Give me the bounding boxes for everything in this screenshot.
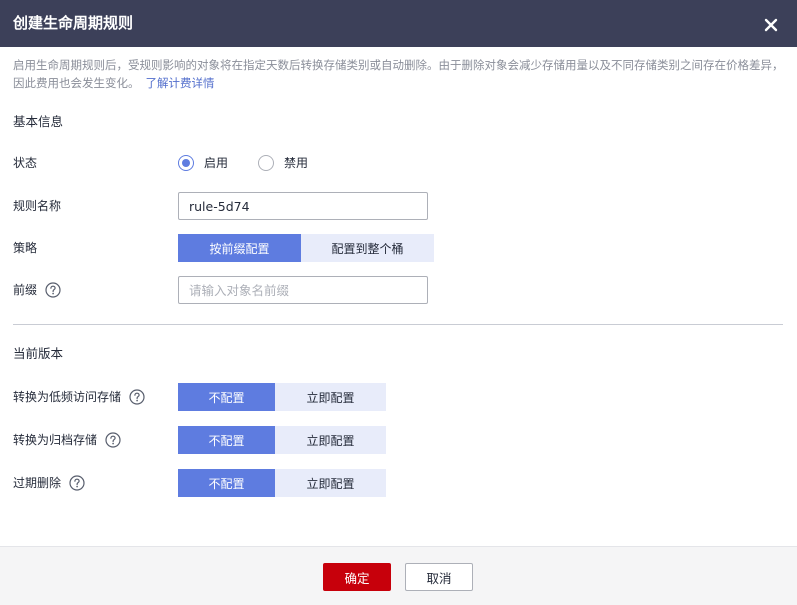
help-icon[interactable] — [45, 282, 61, 298]
dialog-header: 创建生命周期规则 — [0, 0, 797, 47]
rule-name-label: 规则名称 — [13, 197, 61, 215]
expiration-delete-label-text: 过期删除 — [13, 476, 62, 490]
radio-checked-icon — [178, 154, 194, 171]
transition-infrequent-segmented-control: 不配置 立即配置 — [178, 383, 386, 411]
policy-label: 策略 — [13, 239, 37, 257]
expiration-delete-on-button[interactable]: 立即配置 — [275, 469, 386, 497]
expiration-delete-label: 过期删除 — [13, 474, 85, 492]
prefix-label: 前缀 — [13, 281, 61, 299]
transition-infrequent-off-button[interactable]: 不配置 — [178, 383, 275, 411]
help-icon[interactable] — [69, 475, 85, 491]
policy-by-prefix-button[interactable]: 按前缀配置 — [178, 234, 301, 262]
rule-name-input[interactable] — [178, 192, 428, 220]
prefix-input[interactable] — [178, 276, 428, 304]
transition-archive-off-button[interactable]: 不配置 — [178, 426, 275, 454]
confirm-button[interactable]: 确定 — [323, 563, 391, 591]
transition-infrequent-on-button[interactable]: 立即配置 — [275, 383, 386, 411]
close-icon[interactable] — [760, 14, 782, 36]
status-enabled-label: 启用 — [204, 156, 229, 170]
cancel-button[interactable]: 取消 — [405, 563, 473, 591]
help-icon[interactable] — [129, 389, 145, 405]
status-disabled-label: 禁用 — [284, 156, 309, 170]
policy-segmented-control: 按前缀配置 配置到整个桶 — [178, 234, 434, 262]
basic-info-section-title: 基本信息 — [13, 114, 64, 129]
learn-billing-link[interactable]: 了解计费详情 — [146, 76, 215, 90]
description-text: 启用生命周期规则后，受规则影响的对象将在指定天数后转换存储类别或自动删除。由于删… — [13, 58, 784, 90]
current-version-section-title: 当前版本 — [13, 346, 64, 361]
transition-archive-label-text: 转换为归档存储 — [13, 433, 98, 447]
rule-name-label-text: 规则名称 — [13, 199, 62, 213]
policy-whole-bucket-button[interactable]: 配置到整个桶 — [301, 234, 434, 262]
transition-archive-segmented-control: 不配置 立即配置 — [178, 426, 386, 454]
policy-label-text: 策略 — [13, 241, 38, 255]
transition-infrequent-label-text: 转换为低频访问存储 — [13, 390, 122, 404]
dialog-description: 启用生命周期规则后，受规则影响的对象将在指定天数后转换存储类别或自动删除。由于删… — [13, 56, 788, 92]
status-label-text: 状态 — [13, 156, 38, 170]
transition-infrequent-label: 转换为低频访问存储 — [13, 388, 145, 406]
help-icon[interactable] — [105, 432, 121, 448]
transition-archive-label: 转换为归档存储 — [13, 431, 121, 449]
status-disabled-radio[interactable]: 禁用 — [258, 154, 308, 171]
prefix-label-text: 前缀 — [13, 283, 38, 297]
section-divider — [13, 324, 783, 325]
expiration-delete-off-button[interactable]: 不配置 — [178, 469, 275, 497]
transition-archive-on-button[interactable]: 立即配置 — [275, 426, 386, 454]
create-lifecycle-rule-dialog: 创建生命周期规则 启用生命周期规则后，受规则影响的对象将在指定天数后转换存储类别… — [0, 0, 797, 605]
status-label: 状态 — [13, 154, 37, 172]
expiration-delete-segmented-control: 不配置 立即配置 — [178, 469, 386, 497]
dialog-title: 创建生命周期规则 — [13, 14, 134, 32]
status-enabled-radio[interactable]: 启用 — [178, 154, 228, 171]
dialog-footer: 确定 取消 — [0, 546, 797, 605]
radio-unchecked-icon — [258, 154, 274, 171]
